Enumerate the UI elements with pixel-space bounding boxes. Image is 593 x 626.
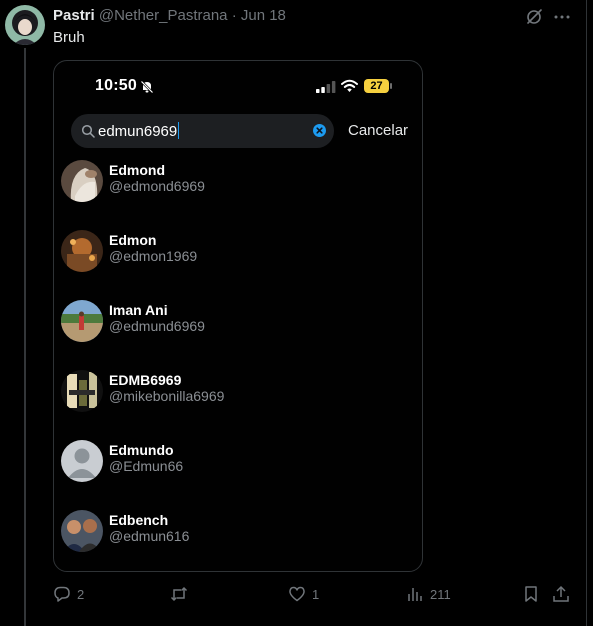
repost-icon	[170, 586, 188, 602]
timestamp[interactable]: Jun 18	[241, 7, 286, 24]
list-item[interactable]: Edmundo @Edmun66	[61, 440, 411, 484]
battery-level: 27	[364, 79, 389, 93]
result-name: Edbench	[109, 512, 169, 528]
list-item[interactable]: Iman Ani @edmund6969	[61, 300, 411, 344]
wifi-icon	[341, 79, 358, 92]
display-name[interactable]: Pastri	[53, 7, 95, 24]
avatar	[61, 370, 103, 412]
avatar	[61, 510, 103, 552]
search-input[interactable]: edmun6969	[71, 114, 334, 148]
search-value[interactable]: edmun6969	[98, 122, 180, 141]
media-screenshot[interactable]: 10:50 27 edmun6969 Cancelar Edmond @edmo…	[53, 60, 423, 572]
avatar	[61, 230, 103, 272]
result-handle: @Edmun66	[109, 458, 184, 474]
separator: ·	[231, 7, 237, 24]
result-handle: @edmund6969	[109, 318, 205, 334]
result-name: EDMB6969	[109, 372, 182, 388]
result-name: Edmond	[109, 162, 165, 178]
result-name: Iman Ani	[109, 302, 168, 318]
tweet-text: Bruh	[53, 29, 85, 46]
tweet-header: Pastri @Nether_Pastrana · Jun 18	[53, 7, 286, 25]
result-handle: @edmond6969	[109, 178, 205, 194]
like-icon	[289, 586, 305, 602]
share-icon	[553, 585, 569, 602]
list-item[interactable]: Edmon @edmon1969	[61, 230, 411, 274]
avatar	[61, 300, 103, 342]
reply-count: 2	[77, 586, 85, 602]
more-icon[interactable]	[552, 8, 572, 26]
clear-icon[interactable]	[313, 124, 326, 137]
status-time: 10:50	[95, 77, 137, 94]
handle[interactable]: @Nether_Pastrana	[99, 7, 228, 24]
avatar	[61, 160, 103, 202]
bell-slash-icon	[140, 80, 154, 94]
result-handle: @edmon1969	[109, 248, 198, 264]
result-handle: @edmun616	[109, 528, 190, 544]
repost-button[interactable]	[170, 582, 194, 606]
avatar[interactable]	[5, 5, 45, 45]
search-icon	[81, 124, 95, 138]
views-count: 211	[430, 586, 451, 602]
views-icon	[408, 588, 422, 601]
list-item[interactable]: EDMB6969 @mikebonilla6969	[61, 370, 411, 414]
like-button[interactable]: 1	[288, 582, 319, 606]
bookmark-button[interactable]	[522, 582, 540, 606]
views-button[interactable]: 211	[406, 582, 451, 606]
tweet-actions: 2 1 211	[0, 582, 586, 608]
thread-line	[24, 48, 26, 626]
column-divider	[586, 0, 587, 626]
result-name: Edmon	[109, 232, 157, 248]
share-button[interactable]	[552, 582, 570, 606]
result-handle: @mikebonilla6969	[109, 388, 225, 404]
battery-indicator: 27	[364, 79, 392, 93]
signal-icon	[316, 81, 336, 93]
reply-button[interactable]: 2	[53, 582, 84, 606]
grok-icon[interactable]	[525, 8, 543, 26]
reply-icon	[54, 586, 70, 602]
list-item[interactable]: Edbench @edmun616	[61, 510, 411, 554]
list-item[interactable]: Edmond @edmond6969	[61, 160, 411, 204]
bookmark-icon	[525, 586, 537, 602]
cancel-button[interactable]: Cancelar	[348, 122, 408, 139]
like-count: 1	[312, 586, 320, 602]
result-name: Edmundo	[109, 442, 174, 458]
default-avatar	[61, 440, 103, 482]
